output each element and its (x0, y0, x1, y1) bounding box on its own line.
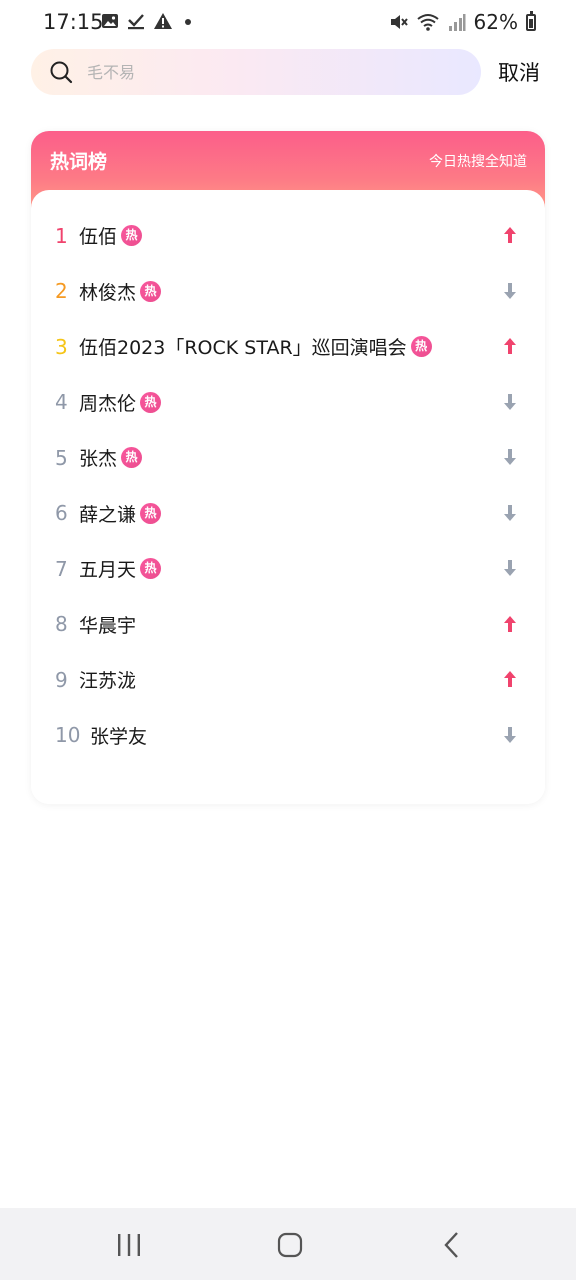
rank-number: 4 (55, 390, 68, 415)
rank-number: 8 (55, 612, 68, 637)
rank-row[interactable]: 2 林俊杰 热 (31, 264, 545, 320)
rank-keyword: 汪苏泷 (79, 670, 137, 693)
trend-up-icon (504, 227, 516, 243)
hot-words-card: 热词榜 今日热搜全知道 1 伍佰 热 2 林俊杰 热 3 伍佰2023「ROCK… (31, 131, 545, 804)
rank-number: 5 (55, 445, 68, 470)
hot-badge: 热 (410, 336, 432, 358)
cancel-button[interactable]: 取消 (498, 57, 540, 87)
card-subtitle: 今日热搜全知道 (429, 154, 527, 170)
home-icon (277, 1232, 303, 1258)
rank-number: 7 (55, 556, 68, 581)
rank-row[interactable]: 4 周杰伦 热 (31, 375, 545, 431)
hot-badge: 热 (140, 558, 162, 580)
mute-icon (390, 15, 408, 29)
rank-number: 2 (55, 279, 68, 304)
rank-row[interactable]: 3 伍佰2023「ROCK STAR」巡回演唱会 热 (31, 319, 545, 375)
rank-row[interactable]: 7 五月天 热 (31, 541, 545, 597)
trend-down-icon (504, 282, 516, 299)
status-time: 17:15 (43, 10, 104, 34)
check-icon (128, 14, 144, 30)
battery-level: 62% (473, 10, 518, 34)
trend-down-icon (504, 393, 516, 410)
rank-keyword: 伍佰 (79, 226, 118, 249)
rank-keyword: 薛之谦 (79, 503, 137, 526)
rank-row[interactable]: 9 汪苏泷 (31, 652, 545, 708)
rank-number: 10 (55, 723, 81, 748)
warning-icon (154, 13, 172, 29)
search-input[interactable] (85, 61, 429, 83)
hot-badge: 热 (121, 447, 143, 469)
card-body: 1 伍佰 热 2 林俊杰 热 3 伍佰2023「ROCK STAR」巡回演唱会 … (31, 190, 545, 804)
rank-number: 1 (55, 223, 68, 248)
rank-keyword: 张学友 (90, 725, 148, 748)
rank-keyword: 林俊杰 (79, 281, 137, 304)
back-icon (444, 1232, 458, 1258)
home-button[interactable] (270, 1228, 310, 1262)
rank-row[interactable]: 1 伍佰 热 (31, 208, 545, 264)
back-button[interactable] (432, 1228, 472, 1262)
recent-apps-icon (118, 1234, 140, 1256)
trend-down-icon (504, 449, 516, 465)
trend-down-icon (504, 560, 516, 576)
search-bar[interactable] (31, 49, 481, 95)
status-bar: 17:15 62% (0, 0, 576, 46)
trend-down-icon (504, 726, 516, 743)
hot-badge: 热 (140, 502, 162, 524)
rank-keyword: 张杰 (79, 448, 118, 471)
rank-number: 6 (55, 501, 68, 526)
rank-keyword: 华晨宇 (79, 614, 137, 637)
battery-icon (526, 10, 536, 31)
gallery-icon (102, 14, 118, 28)
signal-icon (448, 14, 466, 31)
rank-row[interactable]: 8 华晨宇 (31, 597, 545, 653)
wifi-icon (416, 14, 439, 31)
rank-row[interactable]: 5 张杰 热 (31, 430, 545, 486)
card-title: 热词榜 (50, 151, 108, 173)
trend-down-icon (504, 504, 516, 521)
search-icon (50, 61, 73, 84)
hot-badge: 热 (121, 225, 143, 247)
rank-number: 3 (55, 334, 68, 359)
dot-icon (185, 19, 191, 25)
rank-keyword: 周杰伦 (79, 392, 137, 415)
rank-number: 9 (55, 667, 68, 692)
recent-apps-button[interactable] (109, 1228, 149, 1262)
rank-row[interactable]: 10 张学友 (31, 708, 545, 764)
navigation-bar (0, 1208, 576, 1280)
rank-list: 1 伍佰 热 2 林俊杰 热 3 伍佰2023「ROCK STAR」巡回演唱会 … (31, 208, 545, 763)
trend-up-icon (504, 615, 516, 632)
rank-keyword: 伍佰2023「ROCK STAR」巡回演唱会 (79, 337, 407, 360)
hot-badge: 热 (140, 391, 162, 413)
rank-keyword: 五月天 (79, 559, 137, 582)
rank-row[interactable]: 6 薛之谦 热 (31, 486, 545, 542)
trend-up-icon (504, 338, 516, 354)
hot-badge: 热 (140, 280, 162, 302)
trend-up-icon (504, 671, 516, 687)
